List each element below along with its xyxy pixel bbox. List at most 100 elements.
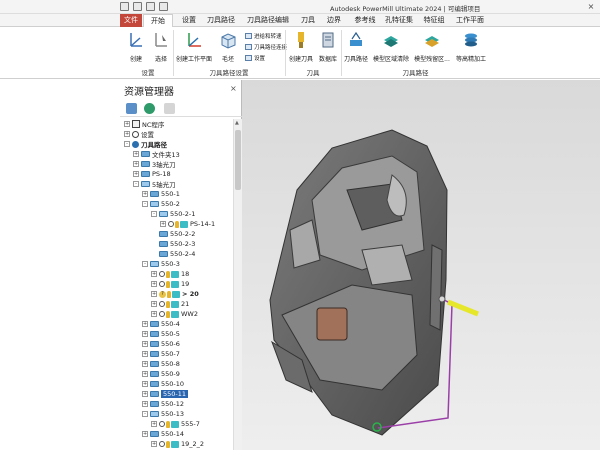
select-button[interactable]: 选择	[150, 30, 172, 63]
explorer-scrollbar[interactable]: ▲	[233, 119, 242, 450]
scroll-up-icon[interactable]: ▲	[235, 120, 239, 126]
explorer-view-icon[interactable]	[126, 103, 137, 114]
tree-item-550-6[interactable]: +550-6	[142, 339, 180, 349]
expand-icon[interactable]: +	[133, 171, 139, 177]
tab-toolpath-edit[interactable]: 刀具路径编辑	[243, 14, 293, 27]
expand-icon[interactable]: +	[151, 311, 157, 317]
expand-icon[interactable]: +	[151, 301, 157, 307]
tree-item-18[interactable]: +18	[151, 269, 189, 279]
tab-patterns[interactable]: 参考线	[350, 14, 380, 27]
tree-item-nc[interactable]: + NC程序	[124, 119, 164, 129]
tab-file[interactable]: 文件	[120, 14, 142, 27]
expand-icon[interactable]: +	[142, 371, 148, 377]
close-icon[interactable]: ×	[586, 2, 596, 12]
tab-workplanes[interactable]: 工作平面	[452, 14, 488, 27]
tree-item-5[interactable]: - 5轴光刀	[133, 179, 176, 189]
tab-toolpaths[interactable]: 刀具路径	[203, 14, 239, 27]
tab-feature-groups[interactable]: 特征组	[419, 14, 449, 27]
expand-icon[interactable]: +	[142, 381, 148, 387]
tree-item-550-5[interactable]: +550-5	[142, 329, 180, 339]
edit-icon[interactable]	[159, 2, 168, 11]
save-icon[interactable]	[146, 2, 155, 11]
create-tool-button[interactable]: 创建刀具	[287, 30, 315, 63]
tree-item-550-2-1[interactable]: - 550-2-1	[151, 209, 195, 219]
model-area-clear-button[interactable]: 模型区域清除	[372, 30, 410, 63]
collapse-icon[interactable]: -	[151, 211, 157, 217]
explorer-close-icon[interactable]: ×	[230, 84, 237, 93]
collapse-icon[interactable]: -	[142, 411, 148, 417]
tree-item-item-2[interactable]: - 刀具路径	[124, 139, 167, 149]
settings-button[interactable]: 设置	[245, 54, 265, 62]
tree-item-550-2-2[interactable]: 550-2-2	[151, 229, 195, 239]
expand-icon[interactable]: +	[124, 131, 130, 137]
new-icon[interactable]	[120, 2, 129, 11]
tab-home[interactable]: 开始	[143, 14, 173, 28]
tree-item-550-11[interactable]: +550-11	[142, 389, 189, 399]
tree-item-550-10[interactable]: +550-10	[142, 379, 184, 389]
tab-tools[interactable]: 刀具	[296, 14, 320, 27]
tree-item-ps-18[interactable]: + PS-18	[133, 169, 171, 179]
expand-icon[interactable]: +	[142, 361, 148, 367]
expand-icon[interactable]: +	[133, 161, 139, 167]
expand-icon[interactable]: +	[142, 331, 148, 337]
expand-icon[interactable]: +	[142, 351, 148, 357]
tree-item-3[interactable]: +3轴光刀	[133, 159, 176, 169]
expand-icon[interactable]: +	[151, 441, 157, 447]
expand-icon[interactable]: +	[151, 291, 157, 297]
tree-item-550-9[interactable]: +550-9	[142, 369, 180, 379]
blank-button[interactable]: 毛坯	[216, 30, 240, 63]
tree-item-550-2-3[interactable]: 550-2-3	[151, 239, 195, 249]
tool-database-button[interactable]: 数据库	[317, 30, 339, 63]
toolpath-connect-button[interactable]: 刀具路径连接	[245, 43, 287, 51]
feed-speed-button[interactable]: 进给和转速	[245, 32, 282, 40]
scrollbar-thumb[interactable]	[235, 130, 241, 190]
tree-item-550-1[interactable]: +550-1	[142, 189, 180, 199]
tree-item-550-7[interactable]: +550-7	[142, 349, 180, 359]
tree-item-550-13[interactable]: - 550-13	[142, 409, 184, 419]
tree-item-550-2-4[interactable]: 550-2-4	[151, 249, 195, 259]
create-button[interactable]: 创建	[124, 30, 148, 63]
collapse-icon[interactable]: -	[133, 181, 139, 187]
toolpath-button[interactable]: 刀具路径	[343, 30, 369, 63]
collapse-icon[interactable]: -	[142, 201, 148, 207]
expand-icon[interactable]: +	[142, 401, 148, 407]
tab-holes[interactable]: 孔特征集	[382, 14, 416, 27]
expand-icon[interactable]: +	[142, 191, 148, 197]
expand-icon[interactable]: +	[151, 281, 157, 287]
create-workplane-button[interactable]: 创建工作平面	[175, 30, 213, 63]
collapse-icon[interactable]: -	[142, 261, 148, 267]
expand-icon[interactable]: +	[151, 421, 157, 427]
tree-item-550-4[interactable]: +550-4	[142, 319, 180, 329]
expand-icon[interactable]: +	[142, 341, 148, 347]
graphics-viewport[interactable]	[242, 80, 600, 450]
expand-icon[interactable]: +	[151, 271, 157, 277]
expand-icon[interactable]: +	[142, 321, 148, 327]
expand-icon[interactable]: +	[124, 121, 130, 127]
expand-icon[interactable]: +	[142, 391, 148, 397]
collapse-icon[interactable]: -	[124, 141, 130, 147]
open-icon[interactable]	[133, 2, 142, 11]
tree-item-550-8[interactable]: +550-8	[142, 359, 180, 369]
tree-item-20[interactable]: +? > 20	[151, 289, 199, 299]
expand-icon[interactable]: +	[133, 151, 139, 157]
tree-item-item-1[interactable]: + 设置	[124, 129, 154, 139]
constant-z-button[interactable]: 等高精加工	[454, 30, 488, 63]
model-rest-button[interactable]: 模型残留区...	[413, 30, 451, 63]
tree-item-21[interactable]: +21	[151, 299, 189, 309]
tree-item-550-12[interactable]: +550-12	[142, 399, 184, 409]
expand-icon[interactable]: +	[160, 221, 166, 227]
tree-item-550-14[interactable]: +550-14	[142, 429, 184, 439]
tree-item-555-7[interactable]: +555-7	[151, 419, 200, 429]
tree-item-13[interactable]: + 文件夹13	[133, 149, 180, 159]
expand-icon[interactable]: +	[142, 431, 148, 437]
tree-item-550-3[interactable]: - 550-3	[142, 259, 180, 269]
tab-boundaries[interactable]: 边界	[322, 14, 346, 27]
tree-item-19[interactable]: +19	[151, 279, 189, 289]
explorer-delete-icon[interactable]	[164, 103, 175, 114]
tree-item-550-2[interactable]: - 550-2	[142, 199, 180, 209]
explorer-refresh-icon[interactable]	[144, 103, 155, 114]
tree-item-19-2-2[interactable]: +19_2_2	[151, 439, 204, 449]
tree-item-ps-14-1[interactable]: + PS-14-1	[160, 219, 215, 229]
tab-setup[interactable]: 设置	[177, 14, 201, 27]
tree-item-ww2[interactable]: + WW2	[151, 309, 198, 319]
